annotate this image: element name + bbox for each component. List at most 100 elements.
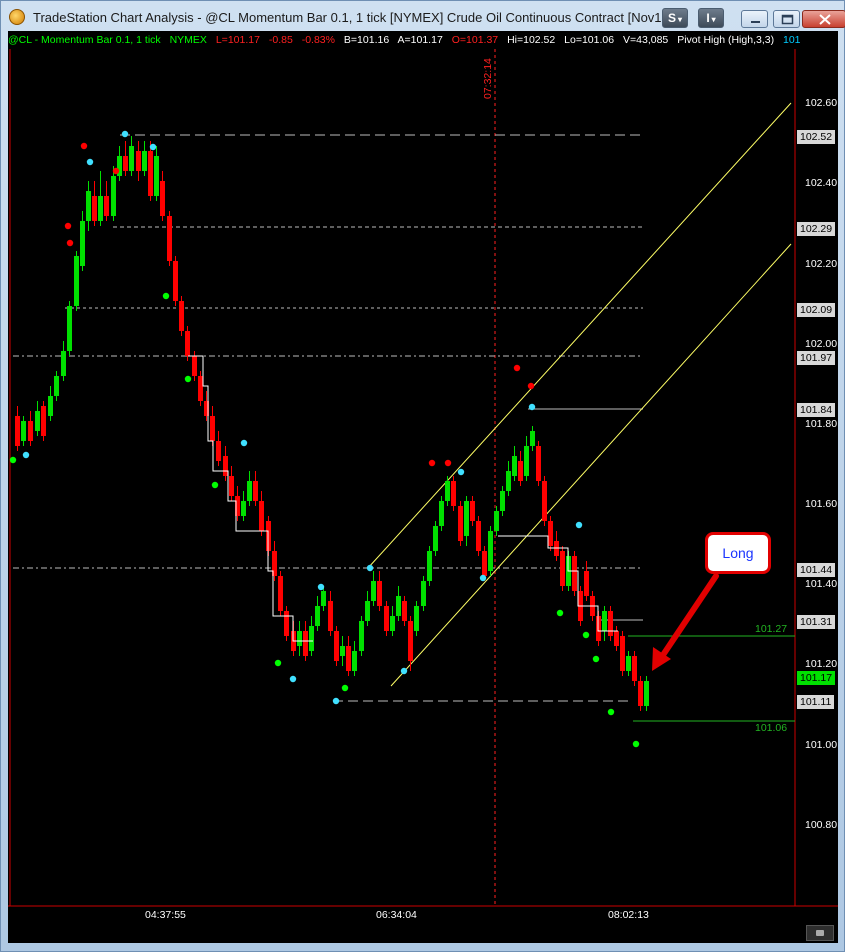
price-tick-label: 101.00	[805, 739, 838, 751]
price-plot[interactable]	[8, 31, 838, 943]
channel-lower-line	[390, 243, 792, 687]
candle-body	[584, 571, 589, 596]
status-indicator: Pivot High (High,3,3)	[677, 34, 775, 46]
candle-body	[530, 431, 535, 446]
pivot-dot	[240, 439, 248, 447]
candle-body	[433, 526, 438, 551]
candle-body	[21, 421, 26, 441]
pivot-dot	[556, 609, 564, 617]
channel-upper-line	[367, 102, 792, 569]
pivot-dot	[528, 403, 536, 411]
candle-body	[303, 631, 308, 656]
chart-options-handle[interactable]	[806, 925, 834, 941]
candle-body	[512, 456, 517, 476]
maximize-button[interactable]	[773, 10, 800, 28]
candle-body	[111, 176, 116, 216]
close-button[interactable]	[802, 10, 845, 28]
status-indicator-value: 101	[783, 34, 801, 46]
pivot-price-box: 102.09	[797, 303, 836, 317]
candle-body	[241, 501, 246, 516]
candle-body	[154, 156, 159, 196]
price-tick-label: 102.60	[805, 97, 838, 109]
candle-body	[408, 621, 413, 661]
candle-body	[41, 406, 46, 436]
status-line: @CL - Momentum Bar 0.1, 1 tick NYMEX L=1…	[8, 31, 838, 49]
candle-body	[297, 631, 302, 646]
pivot-dot	[162, 292, 170, 300]
pivot-price-box: 101.11	[797, 695, 835, 709]
candle-body	[15, 416, 20, 446]
price-tick-label: 101.40	[805, 578, 838, 590]
maximize-icon	[781, 14, 794, 25]
candle-body	[346, 646, 351, 671]
pivot-dot	[289, 675, 297, 683]
candle-body	[328, 601, 333, 631]
pivot-dot	[184, 375, 192, 383]
symbol-link-s-button[interactable]: S ▾	[662, 8, 688, 28]
minimize-button[interactable]	[741, 10, 768, 28]
price-tick-label: 101.60	[805, 498, 838, 510]
candle-body	[148, 151, 153, 196]
candle-body	[451, 481, 456, 506]
chevron-down-icon: ▾	[711, 15, 716, 24]
pivot-dot	[64, 222, 72, 230]
candle-body	[524, 446, 529, 476]
pivot-price-box: 101.84	[797, 403, 836, 417]
stop-level-label: 101.06	[755, 722, 788, 734]
candle-body	[427, 551, 432, 581]
pivot-dot	[86, 158, 94, 166]
candle-body	[315, 606, 320, 626]
symbol-link-s-label: S	[667, 11, 676, 25]
cursor-time-label: 07:32:14	[482, 58, 494, 99]
price-tick-label: 102.40	[805, 177, 838, 189]
chart-area[interactable]: @CL - Momentum Bar 0.1, 1 tick NYMEX L=1…	[8, 31, 838, 943]
candle-body	[167, 216, 172, 261]
pivot-dot	[112, 167, 120, 175]
status-change-pct: -0.83%	[301, 34, 335, 46]
candle-body	[104, 196, 109, 216]
candle-body	[482, 551, 487, 576]
candle-body	[638, 681, 643, 706]
candle-body	[340, 646, 345, 656]
indicator-link-i-button[interactable]: I ▾	[698, 8, 724, 28]
pivot-dot	[444, 459, 452, 467]
candle-body	[352, 651, 357, 671]
pivot-price-box: 101.44	[797, 563, 836, 577]
candle-body	[54, 376, 59, 396]
close-icon	[819, 14, 831, 25]
candle-body	[309, 626, 314, 651]
candle-body	[518, 461, 523, 481]
candle-body	[620, 636, 625, 671]
candle-body	[476, 521, 481, 551]
candle-body	[284, 611, 289, 636]
candle-body	[129, 146, 134, 171]
pivot-dot	[457, 468, 465, 476]
pivot-dot	[632, 740, 640, 748]
candle-body	[136, 151, 141, 171]
indicator-link-i-label: I	[706, 11, 710, 25]
pivot-dot	[479, 574, 487, 582]
candle-body	[614, 631, 619, 646]
candle-body	[644, 681, 649, 706]
candle-body	[98, 196, 103, 221]
candle-body	[536, 446, 541, 481]
pivot-dot	[428, 459, 436, 467]
candle-body	[247, 481, 252, 501]
candle-body	[572, 556, 577, 591]
minimize-icon	[751, 21, 760, 23]
pivot-dot	[80, 142, 88, 150]
candle-body	[92, 196, 97, 221]
candle-body	[371, 581, 376, 601]
status-exchange: NYMEX	[169, 34, 207, 46]
status-low: Lo=101.06	[564, 34, 615, 46]
candle-body	[278, 576, 283, 611]
candle-body	[560, 551, 565, 586]
pivot-dot	[400, 667, 408, 675]
pivot-dot	[341, 684, 349, 692]
pivot-dot	[513, 364, 521, 372]
candle-body	[198, 376, 203, 401]
candle-body	[500, 491, 505, 511]
title-bar[interactable]: TradeStation Chart Analysis - @CL Moment…	[1, 1, 845, 31]
candle-body	[321, 591, 326, 606]
candle-body	[494, 511, 499, 531]
